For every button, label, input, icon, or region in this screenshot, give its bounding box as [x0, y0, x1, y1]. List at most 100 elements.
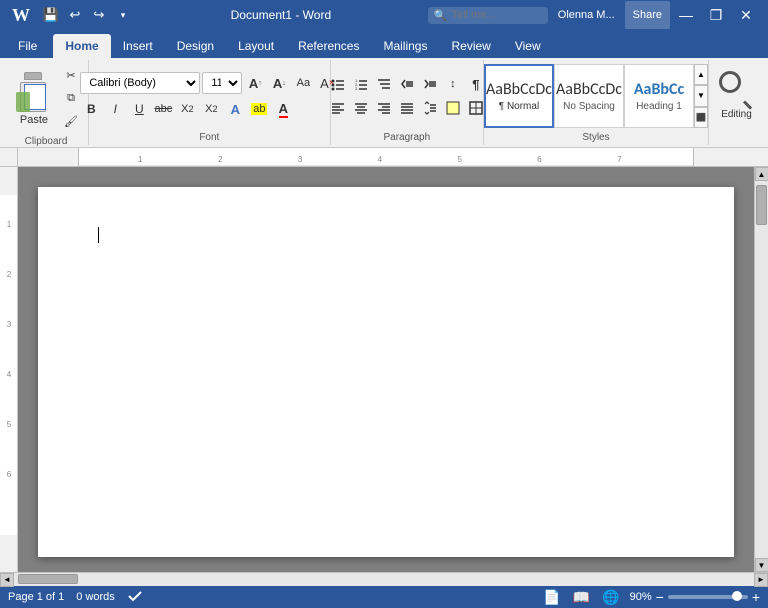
redo-button[interactable]: ↪: [88, 4, 110, 26]
title-bar-left: W 💾 ↩ ↪ ▾: [8, 4, 134, 27]
title-bar-controls: 🔍 Olenna M... Share — ❐ ✕: [428, 1, 760, 29]
horizontal-scrollbar[interactable]: ◄ ►: [0, 572, 768, 586]
svg-text:1: 1: [138, 155, 143, 164]
font-group: Calibri (Body) 11 A↑ A↓ Aa A✕ B I U abc …: [89, 60, 331, 145]
scroll-track[interactable]: [755, 181, 768, 558]
paragraph-label: Paragraph: [335, 130, 479, 145]
tab-layout[interactable]: Layout: [226, 34, 286, 58]
styles-scroll: ▲ ▼ ⬛: [694, 64, 708, 128]
proofing-icon[interactable]: [127, 588, 143, 607]
ruler-row: 1 2 3 4 5 6 7: [0, 148, 768, 167]
italic-button[interactable]: I: [104, 98, 126, 120]
editing-button[interactable]: Editing: [717, 69, 757, 122]
copy-button[interactable]: ⧉: [60, 87, 82, 109]
search-icon: [719, 71, 755, 107]
h-scroll-track[interactable]: [14, 573, 754, 586]
vertical-scrollbar[interactable]: ▲ ▼: [754, 167, 768, 572]
title-bar: W 💾 ↩ ↪ ▾ Document1 - Word 🔍 Olenna M...…: [0, 0, 768, 30]
shrink-font-button[interactable]: A↓: [268, 72, 290, 94]
strikethrough-button[interactable]: abc: [152, 98, 174, 120]
line-spacing-button[interactable]: [419, 97, 441, 119]
font-name-select[interactable]: Calibri (Body): [80, 72, 200, 94]
qat-dropdown-button[interactable]: ▾: [112, 4, 134, 26]
align-center-button[interactable]: [350, 97, 372, 119]
h-scroll-thumb[interactable]: [18, 574, 78, 584]
align-right-button[interactable]: [373, 97, 395, 119]
tab-file[interactable]: File: [4, 34, 51, 58]
change-case-button[interactable]: Aa: [292, 72, 314, 94]
undo-button[interactable]: ↩: [64, 4, 86, 26]
tab-home[interactable]: Home: [53, 34, 110, 58]
status-left: Page 1 of 1 0 words: [8, 588, 143, 607]
format-painter-button[interactable]: 🖌: [60, 110, 82, 132]
page-container[interactable]: [18, 167, 754, 572]
zoom-level: 90%: [630, 591, 652, 603]
restore-button[interactable]: ❐: [702, 1, 730, 29]
tab-mailings[interactable]: Mailings: [371, 34, 439, 58]
multilevel-list-button[interactable]: [373, 73, 395, 95]
cut-button[interactable]: ✂: [60, 64, 82, 86]
doc-layout: 1 2 3 4 5 6 ▲ ▼: [0, 167, 768, 572]
close-button[interactable]: ✕: [732, 1, 760, 29]
zoom-thumb: [732, 591, 742, 601]
ribbon-tabs: File Home Insert Design Layout Reference…: [0, 30, 768, 58]
scroll-right-button[interactable]: ►: [754, 573, 768, 587]
web-layout-button[interactable]: 🌐: [600, 589, 621, 606]
shading-button[interactable]: [442, 97, 464, 119]
styles-scroll-up[interactable]: ▲: [694, 64, 708, 85]
paste-button[interactable]: Paste: [10, 68, 58, 128]
print-layout-button[interactable]: 📄: [541, 589, 562, 606]
bold-button[interactable]: B: [80, 98, 102, 120]
styles-scroll-down[interactable]: ▼: [694, 85, 708, 106]
svg-text:2: 2: [218, 155, 223, 164]
text-effects-button[interactable]: A: [224, 98, 246, 120]
scroll-left-button[interactable]: ◄: [0, 573, 14, 587]
user-name[interactable]: Olenna M...: [558, 9, 615, 21]
scroll-down-button[interactable]: ▼: [755, 558, 768, 572]
svg-text:6: 6: [537, 155, 542, 164]
quick-access-toolbar: 💾 ↩ ↪ ▾: [40, 4, 134, 26]
grow-font-button[interactable]: A↑: [244, 72, 266, 94]
superscript-button[interactable]: X2: [200, 98, 222, 120]
tab-references[interactable]: References: [286, 34, 371, 58]
style-normal[interactable]: AaBbCcDc ¶ Normal: [484, 64, 554, 128]
scroll-thumb[interactable]: [756, 185, 767, 225]
decrease-indent-button[interactable]: [396, 73, 418, 95]
subscript-button[interactable]: X2: [176, 98, 198, 120]
tab-design[interactable]: Design: [165, 34, 226, 58]
document-page[interactable]: [38, 187, 734, 557]
zoom-out-button[interactable]: −: [656, 589, 664, 605]
tab-insert[interactable]: Insert: [111, 34, 165, 58]
style-heading1[interactable]: AaBbCc Heading 1: [624, 64, 694, 128]
main-layout: 1 2 3 4 5 6 7 1 2 3 4: [0, 148, 768, 608]
scroll-up-button[interactable]: ▲: [755, 167, 768, 181]
underline-button[interactable]: U: [128, 98, 150, 120]
reading-view-button[interactable]: 📖: [571, 589, 592, 606]
zoom-slider[interactable]: [668, 595, 748, 599]
style-normal-label: ¶ Normal: [499, 101, 539, 112]
status-right: 📄 📖 🌐 90% − +: [541, 589, 760, 606]
svg-text:7: 7: [617, 155, 622, 164]
sort-button[interactable]: ↕: [442, 73, 464, 95]
tab-view[interactable]: View: [503, 34, 553, 58]
style-no-spacing-preview: AaBbCcDc: [556, 80, 622, 99]
font-size-select[interactable]: 11: [202, 72, 242, 94]
highlight-button[interactable]: ab: [248, 98, 270, 120]
justify-button[interactable]: [396, 97, 418, 119]
save-button[interactable]: 💾: [40, 4, 62, 26]
zoom-in-button[interactable]: +: [752, 589, 760, 605]
style-no-spacing[interactable]: AaBbCcDc No Spacing: [554, 64, 624, 128]
search-input[interactable]: [451, 9, 531, 21]
align-left-button[interactable]: [327, 97, 349, 119]
horizontal-ruler: 1 2 3 4 5 6 7: [18, 148, 754, 166]
tab-review[interactable]: Review: [439, 34, 502, 58]
font-color-button[interactable]: A: [272, 98, 294, 120]
styles-expand[interactable]: ⬛: [694, 107, 708, 128]
increase-indent-button[interactable]: [419, 73, 441, 95]
bullets-button[interactable]: [327, 73, 349, 95]
ribbon: Paste ✂ ⧉ 🖌 Clipboard Calibri (Body) 11: [0, 58, 768, 148]
numbering-button[interactable]: 1.2.3.: [350, 73, 372, 95]
share-button[interactable]: Share: [625, 1, 670, 29]
svg-text:1: 1: [6, 220, 11, 229]
minimize-button[interactable]: —: [672, 1, 700, 29]
